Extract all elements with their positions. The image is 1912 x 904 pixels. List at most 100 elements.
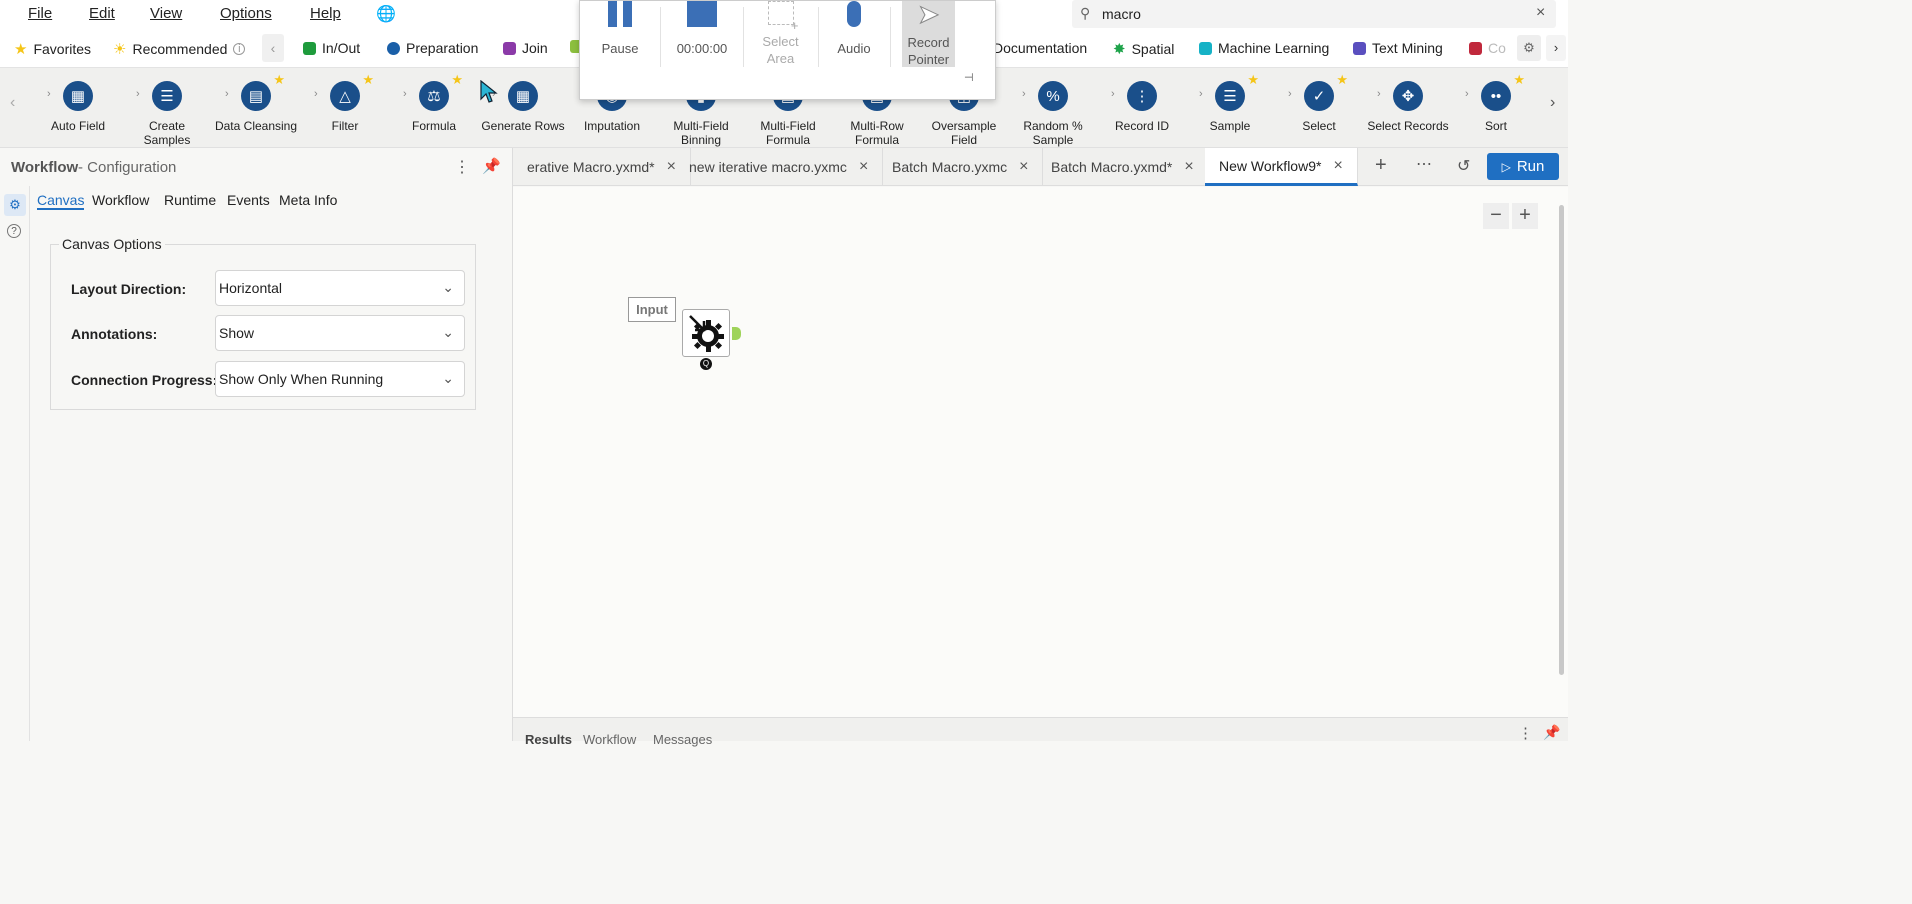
audio-label: Audio — [837, 41, 871, 56]
settings-icon[interactable]: ⚙ — [4, 194, 26, 216]
tab-results-workflow[interactable]: Workflow — [583, 732, 636, 747]
palette-scroll-right-icon[interactable]: › — [1550, 94, 1555, 112]
pause-button[interactable]: Pause — [580, 1, 660, 71]
pin-icon[interactable]: ⊣ — [964, 71, 974, 84]
category-recommended[interactable]: ☀ Recommended i — [113, 40, 246, 58]
search-input[interactable]: macro — [1102, 6, 1141, 22]
record-id-icon: ⋮ — [1127, 81, 1157, 111]
doc-tab-label: Batch Macro.yxmd* — [1051, 159, 1173, 175]
tab-workflow[interactable]: Workflow — [92, 192, 149, 208]
menu-view[interactable]: View — [150, 5, 182, 22]
category-documentation[interactable]: Documentation — [993, 40, 1087, 56]
tool-label: Create Samples — [143, 119, 191, 147]
zoom-in-icon[interactable]: + — [1512, 203, 1538, 229]
tool-filter[interactable]: › ★ △ Filter — [302, 72, 388, 133]
tab-messages[interactable]: Messages — [653, 732, 712, 747]
tool-chevron-icon: › — [136, 88, 140, 100]
menu-edit[interactable]: Edit — [89, 5, 115, 22]
pause-icon — [607, 1, 633, 27]
category-join[interactable]: Join — [503, 40, 548, 56]
doc-tab[interactable]: erative Macro.yxmd* × — [513, 148, 691, 186]
output-anchor[interactable] — [732, 327, 741, 340]
close-icon[interactable]: × — [1333, 157, 1342, 175]
category-text-mining[interactable]: Text Mining — [1353, 40, 1443, 56]
more-options-icon[interactable]: ⋮ — [1518, 724, 1533, 742]
auto-field-icon: ▦ — [63, 81, 93, 111]
info-icon[interactable]: i — [233, 43, 246, 55]
canvas-options-group: Canvas Options Layout Direction: Horizon… — [50, 236, 476, 410]
tool-label: Multi-Field Formula — [760, 119, 816, 147]
pin-icon[interactable]: 📌 — [1543, 724, 1560, 741]
run-button[interactable]: ▷ Run — [1487, 153, 1559, 180]
palette-scroll-left-icon[interactable]: ‹ — [10, 94, 15, 112]
tab-canvas[interactable]: Canvas — [37, 192, 85, 210]
tool-select[interactable]: › ★ ✓ Select — [1276, 72, 1362, 133]
more-tabs-icon[interactable]: ⋯ — [1416, 154, 1432, 174]
menu-help[interactable]: Help — [310, 5, 341, 22]
tool-sort[interactable]: › ★ •• Sort — [1453, 72, 1539, 133]
history-icon[interactable]: ↺ — [1457, 156, 1470, 176]
category-favorites[interactable]: ★ Favorites — [14, 40, 91, 58]
category-scroll-right-icon[interactable]: › — [1546, 35, 1566, 61]
tool-create-samples[interactable]: › ☰ Create Samples — [124, 76, 210, 147]
connection-progress-select[interactable]: Show Only When Running ⌄ — [215, 361, 465, 397]
doc-tab-active[interactable]: New Workflow9* × — [1205, 148, 1358, 186]
gear-icon[interactable]: ⚙ — [1517, 35, 1541, 61]
vertical-scrollbar[interactable] — [1559, 205, 1564, 675]
connection-progress-label: Connection Progress: — [71, 372, 218, 388]
tool-label: Multi-Field Binning — [673, 119, 729, 147]
stop-button[interactable]: 00:00:00 — [662, 1, 742, 71]
select-area-label: Select Area — [762, 34, 799, 66]
annotations-select[interactable]: Show ⌄ — [215, 315, 465, 351]
close-icon[interactable]: × — [1019, 158, 1028, 176]
tool-select-records[interactable]: › ✥ Select Records — [1365, 76, 1451, 133]
category-scroll-left-icon[interactable]: ‹ — [262, 34, 284, 62]
category-co[interactable]: Co — [1469, 40, 1509, 56]
join-icon — [503, 41, 516, 55]
record-pointer-button[interactable]: ➤ Record Pointer — [902, 1, 955, 67]
machine-learning-icon — [1199, 41, 1212, 55]
help-icon[interactable]: ? — [7, 224, 21, 238]
tab-events[interactable]: Events — [227, 192, 270, 208]
close-icon[interactable]: × — [859, 158, 868, 176]
doc-tab[interactable]: new iterative macro.yxmc × — [675, 148, 884, 186]
search-icon: ⚲ — [1080, 5, 1091, 21]
macro-input-tool[interactable] — [682, 309, 730, 357]
tab-runtime[interactable]: Runtime — [164, 192, 216, 208]
pin-icon[interactable]: 📌 — [482, 157, 501, 175]
doc-tab[interactable]: Batch Macro.yxmd* × — [1037, 148, 1209, 186]
tool-data-cleansing[interactable]: › ★ ▤ Data Cleansing — [213, 72, 299, 133]
tab-meta-info[interactable]: Meta Info — [279, 192, 337, 208]
category-spatial[interactable]: ✸ Spatial — [1113, 40, 1174, 58]
tool-random-sample[interactable]: ›% Random % Sample — [1010, 76, 1096, 147]
tool-sample[interactable]: › ★ ☰ Sample — [1187, 72, 1273, 133]
spatial-icon: ✸ — [1113, 41, 1126, 58]
menu-file[interactable]: File — [28, 5, 52, 22]
preparation-icon — [387, 41, 400, 55]
tab-results[interactable]: Results — [525, 732, 572, 747]
stop-icon — [687, 1, 717, 27]
category-machine-learning[interactable]: Machine Learning — [1199, 40, 1329, 56]
in-out-icon — [303, 41, 316, 55]
category-in-out[interactable]: In/Out — [303, 40, 360, 56]
audio-button[interactable]: Audio — [818, 1, 890, 71]
tool-auto-field[interactable]: › ▦ Auto Field — [35, 76, 121, 133]
tool-record-id[interactable]: › ⋮ Record ID — [1099, 76, 1185, 133]
clear-search-icon[interactable]: × — [1536, 4, 1545, 22]
search-box[interactable]: ⚲ macro × — [1072, 0, 1556, 28]
close-icon[interactable]: × — [1184, 158, 1193, 176]
menu-options[interactable]: Options — [220, 5, 272, 22]
category-label: Recommended — [132, 41, 228, 57]
results-bar: Results Workflow Messages ⋮ 📌 — [513, 717, 1568, 747]
more-options-icon[interactable]: ⋮ — [454, 157, 470, 177]
tool-formula[interactable]: › ★ ⚖ Formula — [391, 72, 477, 133]
workflow-canvas[interactable]: − + Input Q — [513, 187, 1568, 717]
category-preparation[interactable]: Preparation — [387, 40, 478, 56]
zoom-out-icon[interactable]: − — [1483, 203, 1509, 229]
select-area-button[interactable]: + Select Area — [743, 1, 818, 71]
annotations-label: Annotations: — [71, 326, 158, 342]
doc-tab[interactable]: Batch Macro.yxmc × — [878, 148, 1044, 186]
globe-icon[interactable]: 🌐 — [376, 4, 396, 24]
new-tab-icon[interactable]: + — [1375, 154, 1387, 177]
layout-direction-select[interactable]: Horizontal ⌄ — [215, 270, 465, 306]
